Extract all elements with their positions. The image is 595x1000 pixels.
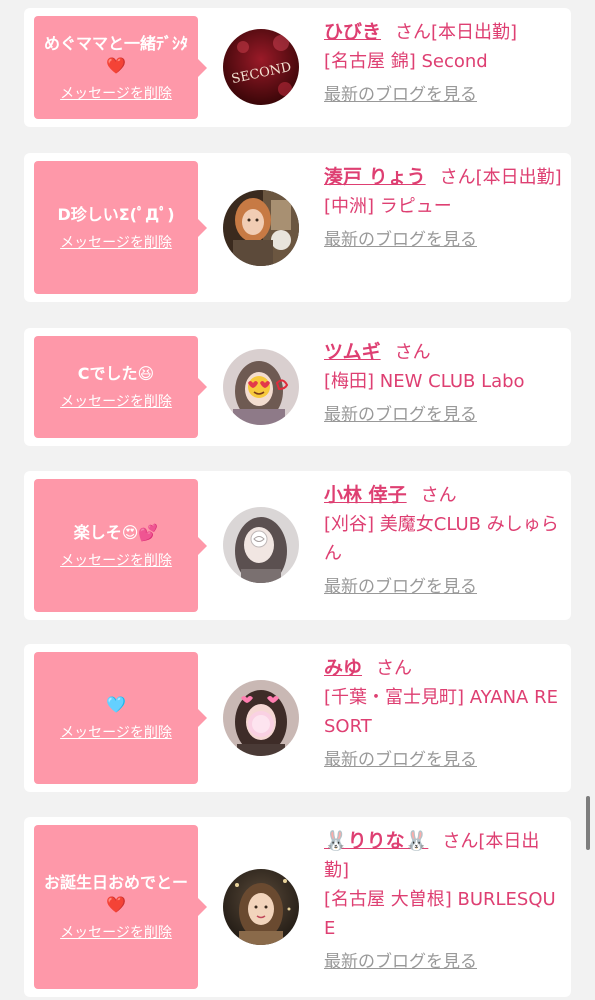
message-text: お誕生日おめでとー❤️ (43, 873, 188, 914)
heart-filter-photo-avatar-icon (223, 680, 299, 756)
woman-photo-avatar-icon (223, 190, 299, 266)
latest-blog-link[interactable]: 最新のブログを見る (324, 227, 477, 253)
glamour-photo-avatar-icon (223, 869, 299, 945)
masked-photo-avatar-icon (223, 507, 299, 583)
message-card: D珍しいΣ(ﾟДﾟ) メッセージを削除 湊戸 りょう さん[本日出勤] [中洲] … (24, 153, 571, 302)
message-bubble: D珍しいΣ(ﾟДﾟ) メッセージを削除 (34, 161, 207, 294)
delete-message-link[interactable]: メッセージを削除 (60, 85, 172, 103)
shop-area: [千葉・富士見町] AYANA RESORT (324, 687, 558, 737)
cast-info: 小林 倖子 さん [刈谷] 美魔女CLUB みしゅらん 最新のブログを見る (324, 481, 562, 601)
cast-name-link[interactable]: ひびき (324, 21, 381, 43)
cast-info: ひびき さん[本日出勤] [名古屋 錦] Second 最新のブログを見る (324, 18, 562, 109)
message-bubble: お誕生日おめでとー❤️ メッセージを削除 (34, 825, 207, 989)
cast-name-link[interactable]: ツムギ (324, 341, 381, 363)
message-bubble: 楽しそ😍💕 メッセージを削除 (34, 479, 207, 612)
message-feed: めぐママと一緒ﾃﾞｼﾀ❤️ メッセージを削除 SECOND ひびき さん[本日出… (0, 0, 595, 1000)
cast-info: 湊戸 りょう さん[本日出勤] [中洲] ラピュー 最新のブログを見る (324, 163, 562, 254)
message-text: 楽しそ😍💕 (73, 522, 159, 542)
shop-area: [名古屋 大曽根] BURLESQUE (324, 889, 556, 939)
message-card: 楽しそ😍💕 メッセージを削除 小林 倖子 さん [刈谷] 美魔女CLUB みしゅら… (24, 471, 571, 620)
delete-message-link[interactable]: メッセージを削除 (60, 552, 172, 570)
avatar[interactable]: SECOND (223, 29, 299, 105)
shop-area: [名古屋 錦] Second (324, 51, 488, 72)
honorific: さん (439, 167, 476, 188)
latest-blog-link[interactable]: 最新のブログを見る (324, 82, 477, 108)
cast-name-link[interactable]: 小林 倖子 (324, 484, 407, 506)
cast-info: ツムギ さん [梅田] NEW CLUB Labo 最新のブログを見る (324, 338, 562, 429)
status-badge: [本日出勤] (475, 167, 562, 188)
honorific: さん (442, 831, 479, 852)
avatar[interactable] (223, 869, 299, 945)
cast-info: みゆ さん [千葉・富士見町] AYANA RESORT 最新のブログを見る (324, 654, 562, 774)
status-badge: [本日出勤] (431, 22, 518, 43)
message-card: 🩵 メッセージを削除 みゆ さん [千葉・富士見町] AYANA RESORT 最… (24, 644, 571, 792)
avatar[interactable] (223, 680, 299, 756)
latest-blog-link[interactable]: 最新のブログを見る (324, 747, 477, 773)
cast-name-link[interactable]: 湊戸 りょう (324, 166, 426, 188)
latest-blog-link[interactable]: 最新のブログを見る (324, 949, 477, 975)
shop-area: [刈谷] 美魔女CLUB みしゅらん (324, 514, 559, 564)
honorific: さん (376, 658, 413, 679)
avatar[interactable] (223, 190, 299, 266)
cast-info: 🐰りりな🐰 さん[本日出勤] [名古屋 大曽根] BURLESQUE 最新のブログ… (324, 827, 562, 976)
cast-name-link[interactable]: みゆ (324, 657, 362, 679)
message-text: 🩵 (106, 695, 126, 714)
message-bubble: Cでした😆 メッセージを削除 (34, 336, 207, 438)
honorific: さん (394, 342, 431, 363)
honorific: さん (420, 485, 457, 506)
message-bubble: めぐママと一緒ﾃﾞｼﾀ❤️ メッセージを削除 (34, 16, 207, 119)
scrollbar[interactable] (586, 796, 590, 850)
message-card: お誕生日おめでとー❤️ メッセージを削除 🐰りりな🐰 さん[本日出勤] [名古屋… (24, 817, 571, 997)
latest-blog-link[interactable]: 最新のブログを見る (324, 402, 477, 428)
latest-blog-link[interactable]: 最新のブログを見る (324, 574, 477, 600)
shop-area: [梅田] NEW CLUB Labo (324, 371, 525, 392)
message-card: Cでした😆 メッセージを削除 ツムギさん [梅田] NEW CLUB Labo (24, 328, 571, 446)
avatar[interactable] (223, 349, 299, 425)
delete-message-link[interactable]: メッセージを削除 (60, 393, 172, 411)
message-text: めぐママと一緒ﾃﾞｼﾀ❤️ (43, 33, 188, 75)
delete-message-link[interactable]: メッセージを削除 (60, 724, 172, 742)
delete-message-link[interactable]: メッセージを削除 (60, 234, 172, 252)
message-text: Cでした😆 (77, 364, 155, 383)
message-bubble: 🩵 メッセージを削除 (34, 652, 207, 784)
cast-name-link[interactable]: 🐰りりな🐰 (324, 830, 428, 852)
avatar[interactable] (223, 507, 299, 583)
message-card: めぐママと一緒ﾃﾞｼﾀ❤️ メッセージを削除 SECOND ひびき さん[本日出… (24, 8, 571, 127)
shop-area: [中洲] ラピュー (324, 196, 452, 217)
second-club-avatar-icon: SECOND (223, 29, 299, 105)
delete-message-link[interactable]: メッセージを削除 (60, 924, 172, 942)
message-text: D珍しいΣ(ﾟДﾟ) (57, 204, 175, 224)
heart-eyes-photo-avatar-icon (223, 349, 299, 425)
honorific: さん (395, 22, 432, 43)
